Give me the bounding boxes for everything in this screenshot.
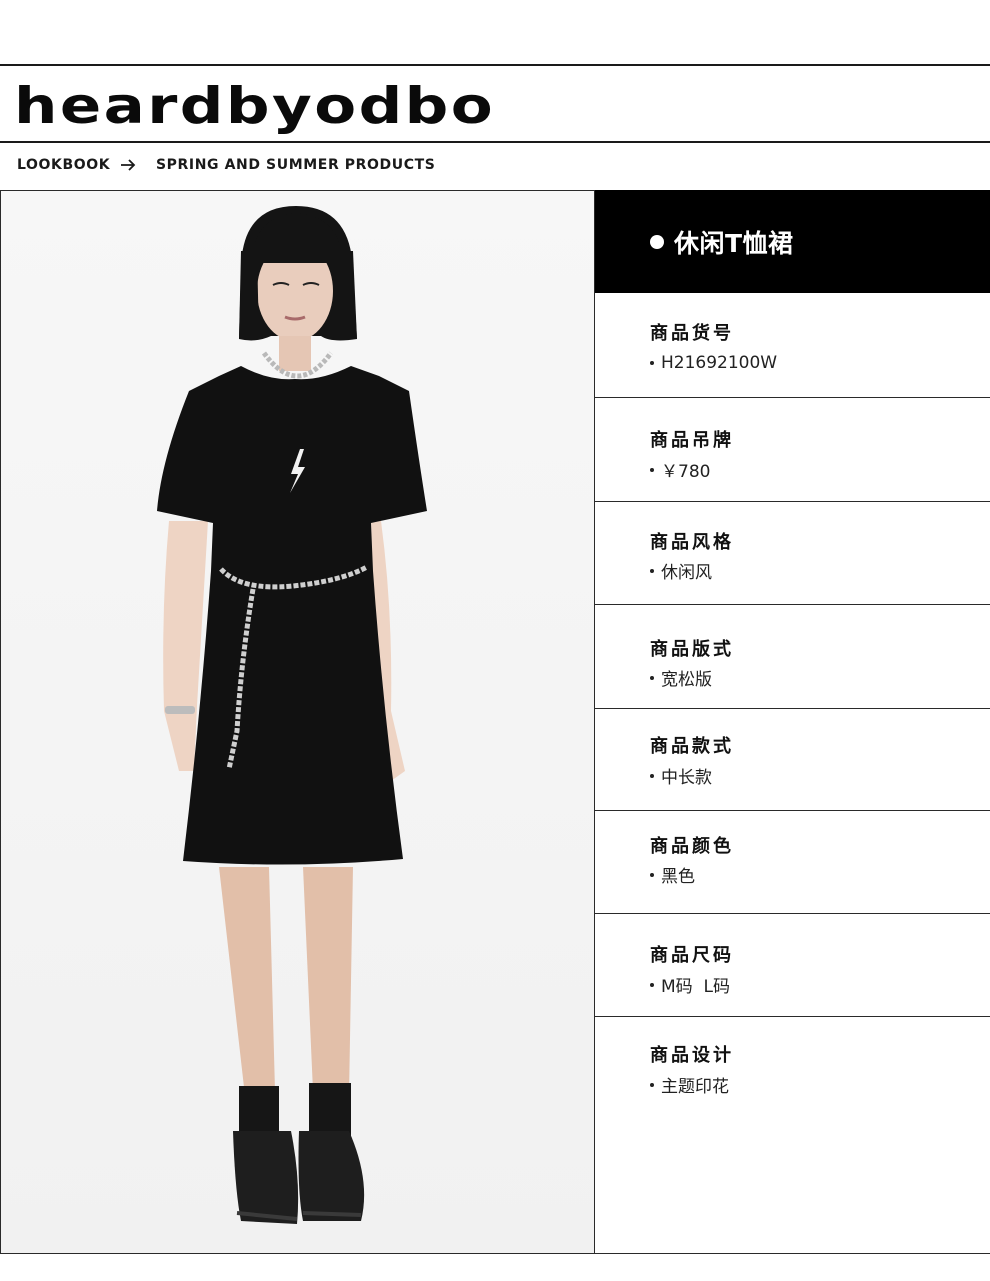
attribute-row-style: 商品风格 休闲风 [595, 502, 990, 605]
attribute-row-color: 商品颜色 黑色 [595, 811, 990, 914]
attribute-row-size: 商品尺码 M码 L码 [595, 914, 990, 1017]
attribute-value: 休闲风 [650, 558, 712, 583]
attribute-label: 商品款式 [650, 736, 734, 757]
brand-logo[interactable]: heardbyodbo [14, 78, 495, 134]
attribute-value: 宽松版 [650, 665, 712, 690]
breadcrumb-spring-summer[interactable]: SPRING AND SUMMER PRODUCTS [156, 155, 435, 175]
attribute-label: 商品颜色 [650, 836, 734, 857]
product-info-panel: 休闲T恤裙 商品货号 H21692100W 商品吊牌 ￥780 商品风格 休闲风… [594, 190, 990, 1254]
bullet-icon [650, 982, 654, 987]
bullet-icon [650, 675, 654, 680]
attribute-row-sku: 商品货号 H21692100W [595, 293, 990, 398]
attribute-value: M码 L码 [650, 972, 730, 997]
attribute-value: 主题印花 [650, 1072, 729, 1097]
bullet-icon [650, 568, 654, 573]
bullet-icon [650, 361, 654, 365]
attribute-label: 商品吊牌 [650, 430, 734, 451]
breadcrumb-lookbook[interactable]: LOOKBOOK [17, 155, 110, 175]
bullet-dot-icon [650, 234, 664, 249]
header-top-rule [0, 64, 990, 66]
bullet-icon [650, 872, 654, 877]
arrow-right-icon [120, 155, 136, 175]
product-title: 休闲T恤裙 [674, 228, 794, 258]
attribute-value: ￥780 [650, 457, 710, 482]
attribute-row-fit: 商品版式 宽松版 [595, 605, 990, 709]
attribute-label: 商品版式 [650, 639, 734, 660]
header-mid-rule [0, 141, 990, 143]
attribute-label: 商品尺码 [650, 945, 734, 966]
attribute-value: 黑色 [650, 862, 695, 887]
attribute-label: 商品设计 [650, 1045, 734, 1066]
bullet-icon [650, 773, 654, 778]
bullet-icon [650, 467, 654, 472]
attribute-value: 中长款 [650, 763, 712, 788]
attribute-row-price: 商品吊牌 ￥780 [595, 398, 990, 502]
product-photo [0, 190, 595, 1254]
attribute-label: 商品货号 [650, 323, 734, 344]
attribute-row-length: 商品款式 中长款 [595, 709, 990, 811]
attribute-label: 商品风格 [650, 532, 734, 553]
attribute-value: H21692100W [650, 353, 777, 373]
bullet-icon [650, 1082, 654, 1087]
product-title-bar: 休闲T恤裙 [595, 190, 990, 293]
attribute-row-design: 商品设计 主题印花 [595, 1017, 990, 1253]
